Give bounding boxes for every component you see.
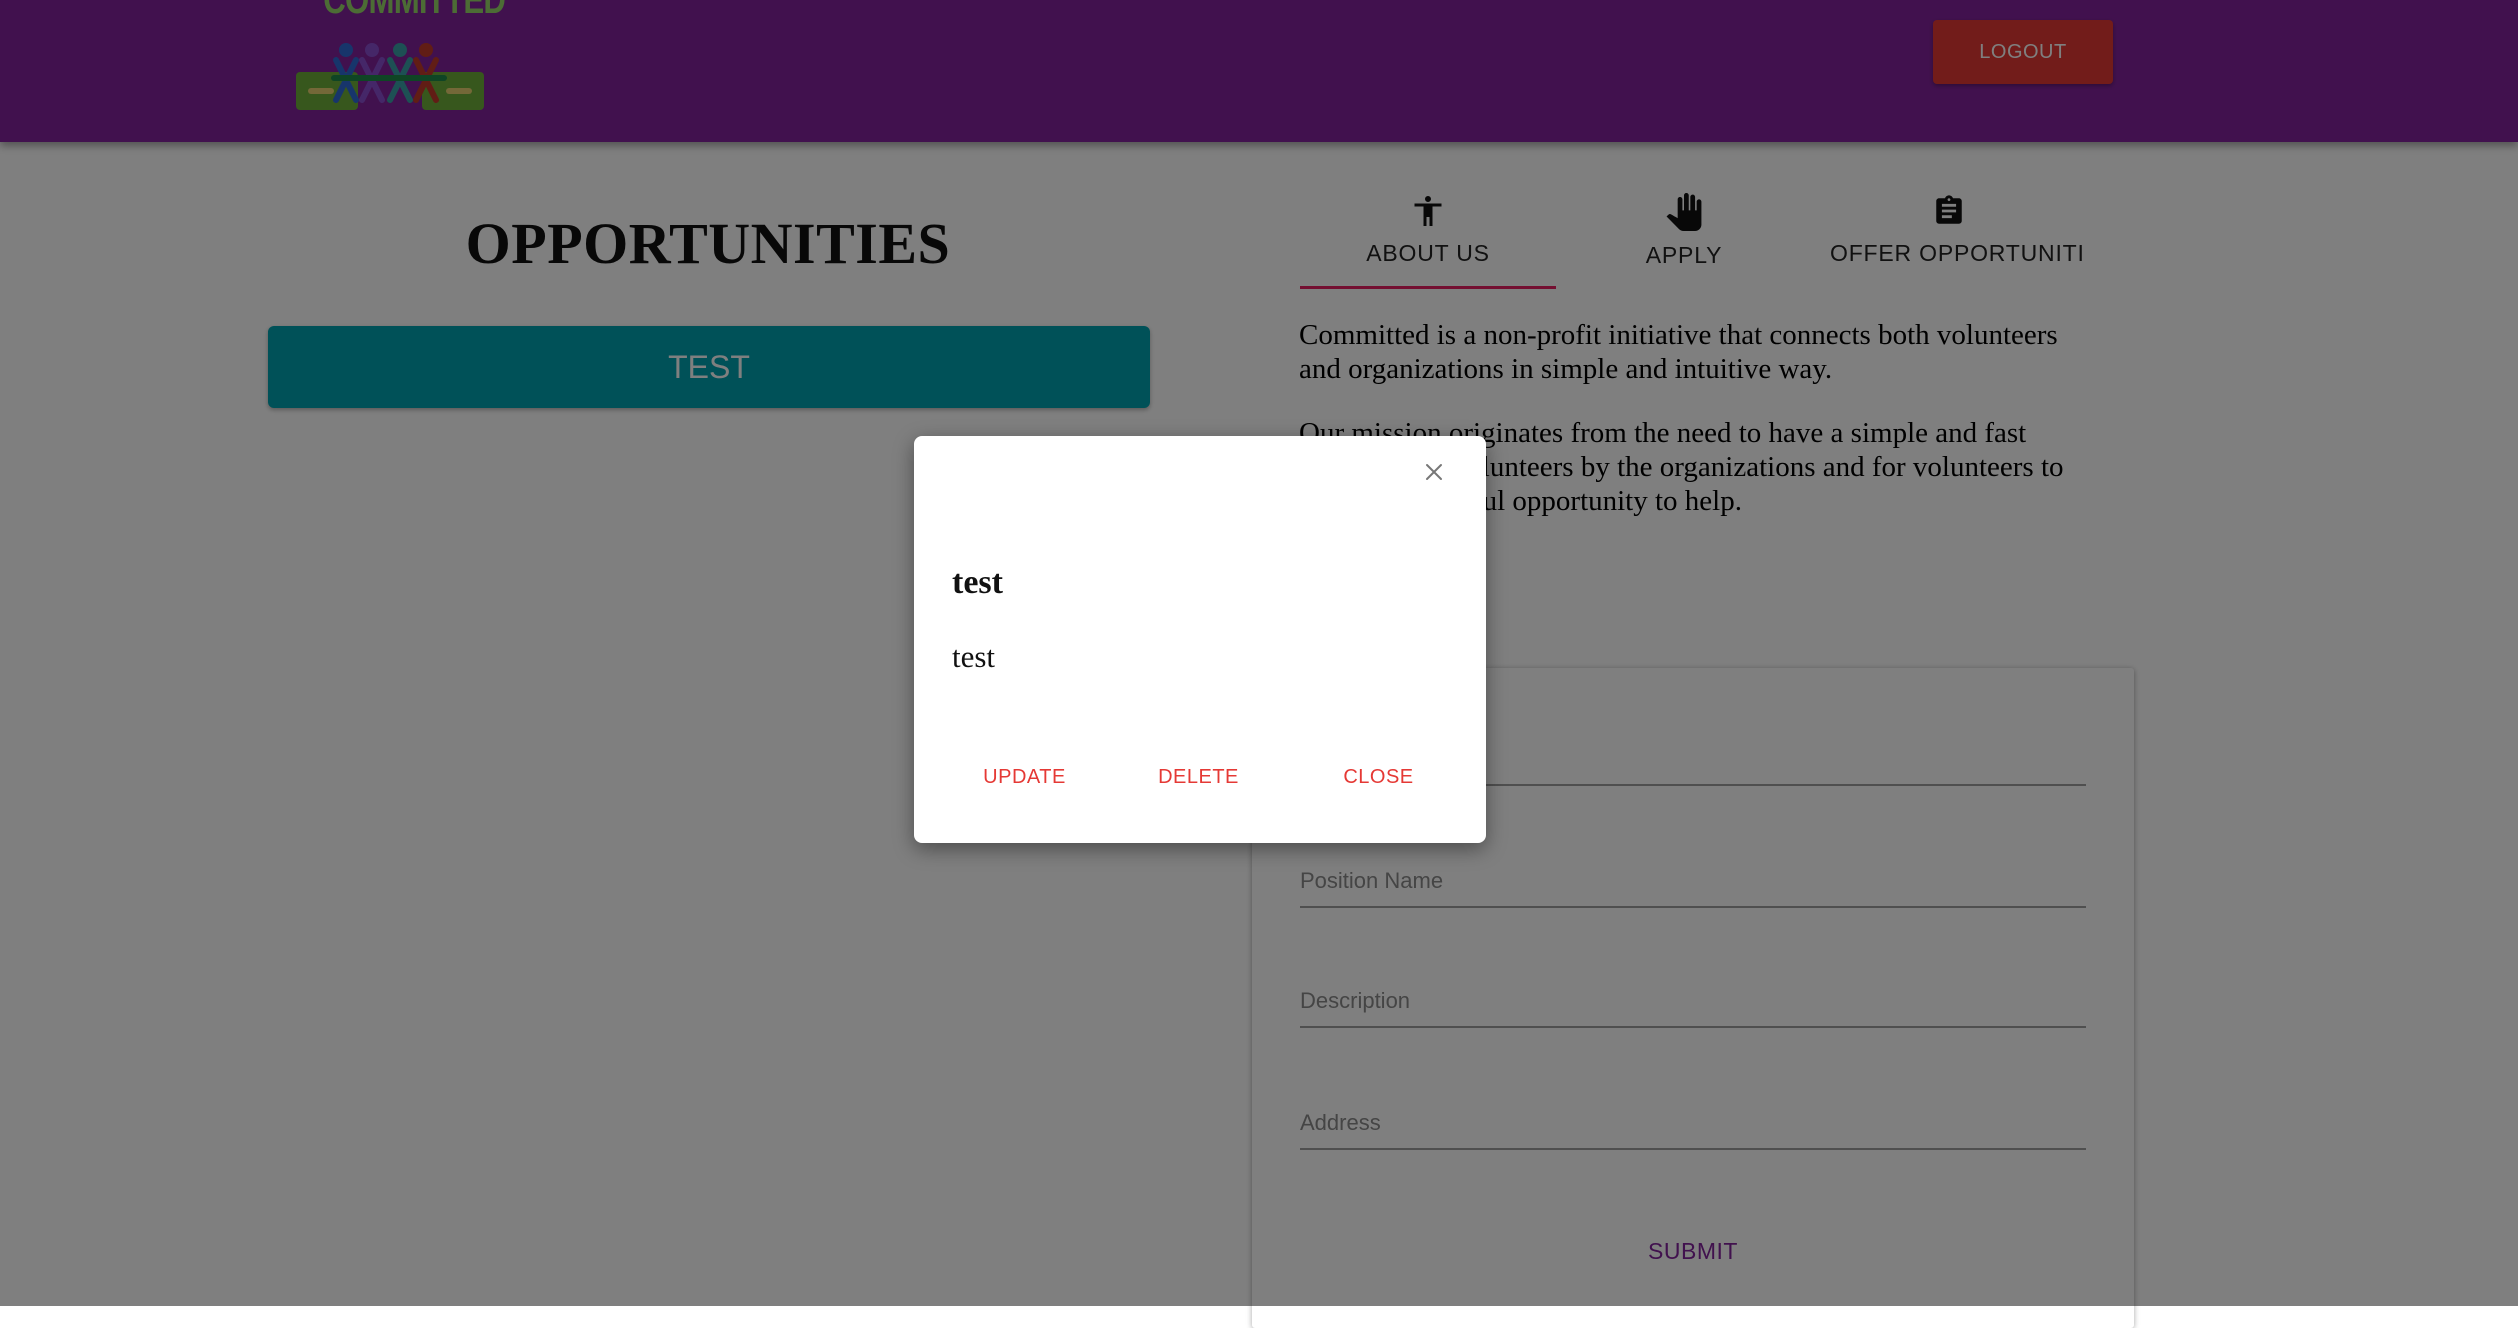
update-button[interactable]: UPDATE — [952, 752, 1097, 802]
dialog-title: test — [952, 564, 1003, 601]
dialog-body: test — [952, 639, 996, 674]
opportunity-dialog: test test UPDATE DELETE CLOSE — [914, 436, 1486, 843]
close-button[interactable]: CLOSE — [1306, 752, 1451, 802]
close-icon[interactable] — [1416, 454, 1452, 490]
delete-button[interactable]: DELETE — [1126, 752, 1271, 802]
